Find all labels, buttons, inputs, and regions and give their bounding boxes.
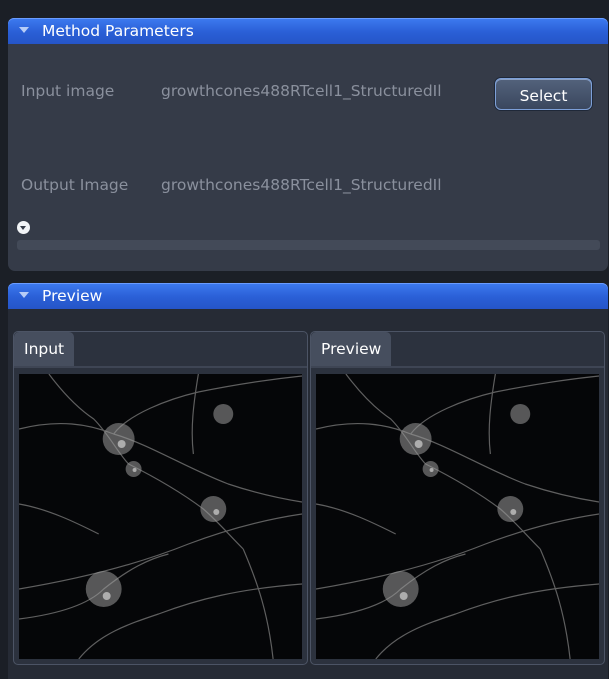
tab-preview[interactable]: Preview — [311, 332, 392, 366]
select-button[interactable]: Select — [495, 78, 592, 110]
collapse-arrow-icon[interactable] — [19, 27, 29, 33]
method-parameters-body: Input image growthcones488RTcell1_Struct… — [8, 44, 608, 271]
preview-header[interactable]: Preview — [8, 283, 608, 309]
expand-more-icon[interactable] — [17, 221, 30, 234]
preview-image-frame: Preview — [310, 331, 605, 665]
horizontal-scrollbar[interactable] — [17, 240, 600, 250]
input-microscopy-image — [19, 374, 302, 659]
input-image-label: Input image — [21, 82, 115, 100]
method-parameters-title: Method Parameters — [42, 22, 194, 40]
preview-image-view[interactable] — [316, 374, 599, 659]
output-image-value: growthcones488RTcell1_StructuredIl — [161, 176, 442, 194]
input-image-view[interactable] — [19, 374, 302, 659]
method-parameters-header[interactable]: Method Parameters — [8, 18, 608, 44]
tab-input[interactable]: Input — [14, 332, 75, 366]
output-image-label: Output Image — [21, 176, 129, 194]
input-image-value: growthcones488RTcell1_StructuredIl — [161, 82, 442, 100]
preview-microscopy-image — [316, 374, 599, 659]
input-image-frame: Input — [13, 331, 308, 665]
collapse-arrow-icon[interactable] — [19, 292, 29, 298]
tab-strip — [14, 366, 307, 368]
preview-panel-title: Preview — [42, 287, 103, 305]
tab-strip — [311, 366, 604, 368]
